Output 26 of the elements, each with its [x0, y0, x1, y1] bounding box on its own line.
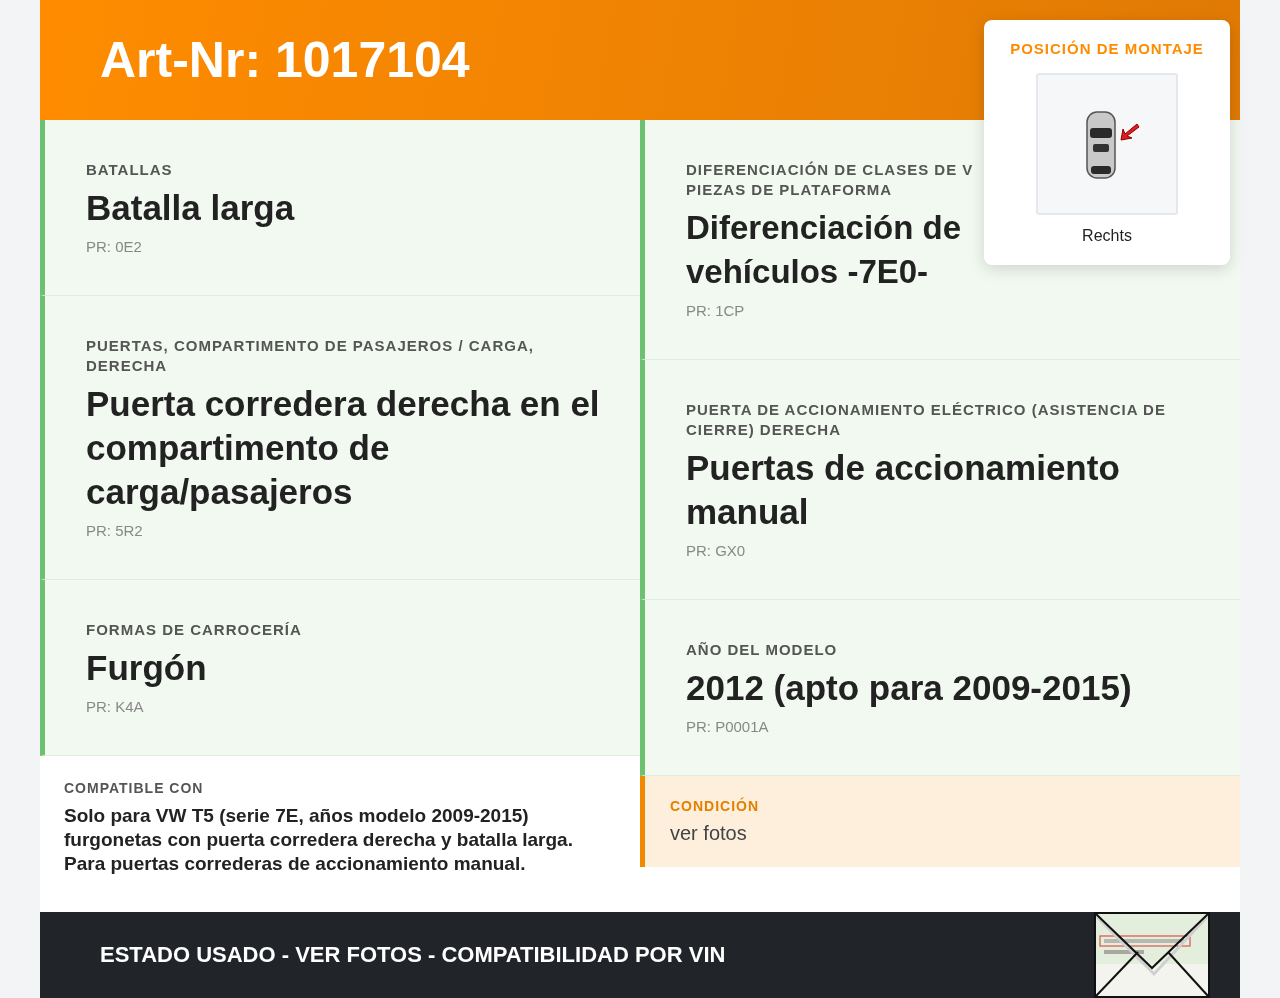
mounting-label: POSICIÓN DE MONTAJE [1010, 40, 1204, 57]
pr-code: PR: 0E2 [86, 238, 143, 255]
pr-code: PR: 5R2 [86, 522, 144, 539]
compatibility-label: COMPATIBLE CON [64, 780, 205, 796]
pr-code: PR: GX0 [686, 542, 747, 559]
spec-value: 2012 (apto para 2009-2015) [686, 667, 1133, 709]
spec-value: Furgón [86, 647, 208, 689]
pr-code: PR: P0001A [686, 718, 770, 735]
spec-label: BATALLAS [86, 160, 174, 180]
spec-label: AÑO DEL MODELO [686, 640, 839, 660]
spec-value: Batalla larga [86, 187, 296, 229]
spec-label: PUERTAS, COMPARTIMENTO DE PASAJEROS / CARGA, DERECHA [86, 336, 535, 376]
footer-text: ESTADO USADO - VER FOTOS - COMPATIBILIDAD POR VIN [100, 942, 726, 968]
spec-label: PUERTA DE ACCIONAMIENTO ELÉCTRICO (ASISTENCIA DE CIERRE) DERECHA [686, 400, 1167, 440]
condition-label: CONDICIÓN [670, 798, 761, 814]
mounting-position: Rechts [1082, 227, 1132, 245]
compatibility-text: Solo para VW T5 (serie 7E, años modelo 2009-2015) furgonetas con puerta corredera derecha y batalla larga. Para puertas correderas de accionamiento manual. [64, 804, 574, 876]
spec-value: Diferenciación de vehículos -7E0- [686, 208, 963, 292]
pr-code: PR: K4A [86, 698, 145, 715]
spec-value: Puerta corredera derecha en el compartimento de carga/pasajeros [86, 383, 600, 513]
spec-label: FORMAS DE CARROCERÍA [86, 620, 303, 640]
article-number: Art-Nr: 1017104 [100, 31, 470, 89]
pr-code: PR: 1CP [686, 302, 746, 319]
spec-value: Puertas de accionamiento manual [686, 447, 1121, 533]
condition-value: ver fotos [670, 822, 748, 845]
spec-label: DIFERENCIACIÓN DE CLASES DE V PIEZAS DE PLATAFORMA [686, 160, 975, 200]
